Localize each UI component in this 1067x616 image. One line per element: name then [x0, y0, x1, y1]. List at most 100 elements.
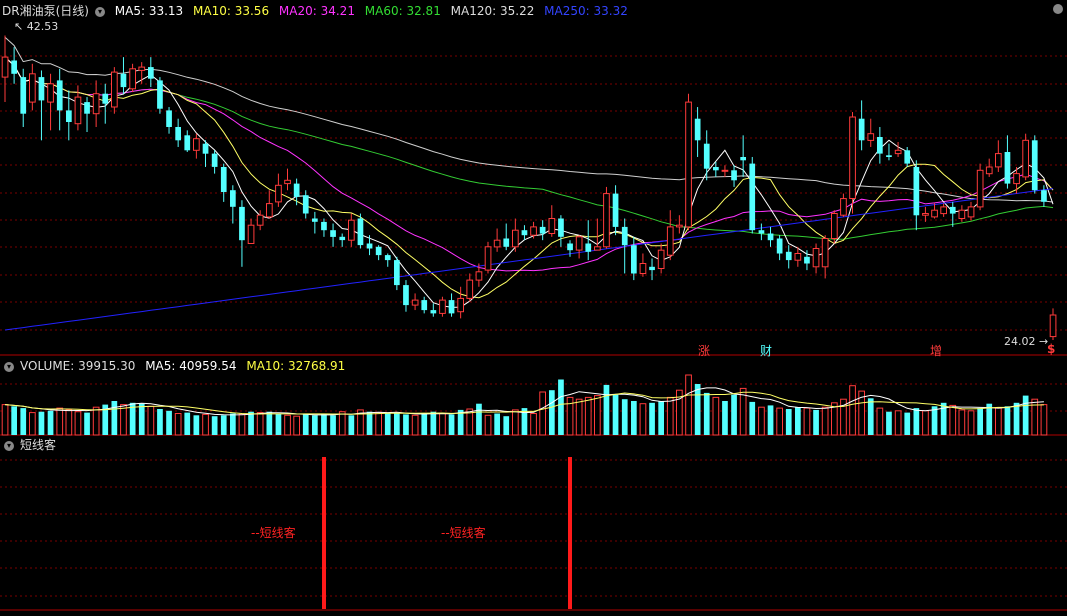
candle-body: [348, 219, 355, 241]
candle-body: [812, 248, 820, 268]
candle-body: [384, 255, 391, 261]
volume-bar: [439, 413, 446, 436]
candle-body: [484, 246, 492, 271]
volume-bar: [867, 398, 874, 435]
candle-body: [1, 56, 9, 78]
candle-body: [631, 245, 637, 274]
candle-body: [202, 143, 209, 154]
volume-bar: [92, 406, 100, 436]
volume-bar: [1022, 395, 1029, 435]
volume-bar: [338, 411, 346, 436]
signal-label-2: --短线客: [441, 526, 486, 540]
indicator-title: 短线客: [20, 438, 57, 452]
candle-body: [411, 299, 419, 306]
candle-body: [776, 238, 783, 254]
volume-bar: [821, 406, 829, 436]
volume-bar: [539, 391, 546, 436]
candle-body: [475, 271, 483, 281]
candle-body: [211, 153, 218, 167]
event-marker-2[interactable]: 财: [760, 342, 772, 359]
candle-body: [239, 206, 245, 241]
candle-body: [539, 226, 546, 234]
candle-body: [111, 71, 118, 108]
candle-body: [66, 110, 72, 122]
candle-body: [1049, 314, 1057, 338]
volume-bar: [11, 406, 17, 435]
candle-body: [439, 299, 446, 314]
volume-bar: [321, 413, 327, 435]
volume-bar: [530, 413, 537, 436]
volume-bar: [448, 414, 455, 435]
candle-body: [275, 184, 282, 203]
candle-body: [92, 93, 100, 115]
settings-icon[interactable]: ▾: [94, 6, 105, 17]
volume-settings-icon[interactable]: ▾: [4, 361, 14, 372]
event-marker-1[interactable]: 涨: [698, 342, 710, 359]
candle-body: [685, 101, 692, 228]
volume-bar: [649, 402, 655, 435]
indicator-settings-icon[interactable]: ▾: [4, 440, 14, 451]
volume-bar: [56, 407, 64, 436]
event-marker-4[interactable]: $: [1047, 342, 1055, 356]
volume-bar: [74, 411, 82, 436]
indicator-header: ▾ 短线客: [2, 436, 62, 454]
candle-body: [11, 60, 17, 74]
volume-bar: [685, 374, 692, 436]
close-icon[interactable]: [1053, 4, 1063, 14]
ma250-line: [4, 188, 1054, 331]
candle-body: [284, 179, 291, 185]
candle-body: [976, 169, 984, 208]
volume-bar: [894, 410, 902, 436]
candle-body: [894, 149, 902, 155]
candle-body: [731, 170, 737, 181]
candle-body: [621, 226, 628, 246]
candle-body: [594, 246, 601, 251]
candle-body: [38, 77, 45, 101]
volume-bar: [631, 401, 637, 435]
volume-bar: [284, 414, 291, 436]
candle-body: [84, 102, 90, 114]
event-marker-3[interactable]: 增: [930, 342, 942, 359]
candle-body: [148, 67, 154, 79]
volume-bar: [876, 407, 884, 436]
candle-body: [1041, 190, 1047, 202]
candle-body: [302, 195, 309, 214]
volume-bar: [785, 409, 792, 435]
candle-body: [995, 153, 1002, 168]
volume-bar: [394, 413, 400, 435]
volume-bar: [120, 404, 127, 436]
volume-bar: [749, 401, 756, 435]
candle-body: [867, 133, 875, 141]
candle-body: [512, 229, 519, 248]
volume-bar: [211, 416, 218, 435]
volume-bar: [430, 411, 437, 435]
candle-body: [1022, 139, 1029, 178]
volume-bar: [1013, 402, 1020, 435]
volume-bar: [575, 398, 583, 436]
candle-body: [493, 239, 501, 248]
signal-bar: [568, 457, 572, 609]
volume-bar: [931, 406, 938, 435]
candle-body: [503, 238, 510, 247]
volume-bar: [1004, 406, 1011, 435]
volume-bar: [813, 409, 819, 435]
stock-title[interactable]: DR湘油泵(日线): [2, 4, 89, 18]
candle-body: [649, 266, 655, 271]
candle-body: [457, 297, 464, 313]
candle-body: [184, 135, 191, 151]
volume-bar: [904, 412, 911, 435]
volume-bar: [803, 407, 811, 436]
volume-bar: [248, 411, 254, 435]
volume-bar: [603, 384, 610, 435]
candle-body: [403, 285, 409, 306]
volume-bar: [666, 396, 674, 436]
candle-body: [430, 310, 437, 314]
volume-bar: [639, 403, 647, 436]
volume-bar: [731, 394, 737, 435]
volume-bar: [421, 413, 428, 435]
candle-body: [575, 236, 583, 251]
candle-body: [120, 73, 127, 88]
volume-bar: [913, 408, 920, 435]
volume-bar: [111, 401, 118, 435]
volume-bar: [849, 385, 856, 436]
